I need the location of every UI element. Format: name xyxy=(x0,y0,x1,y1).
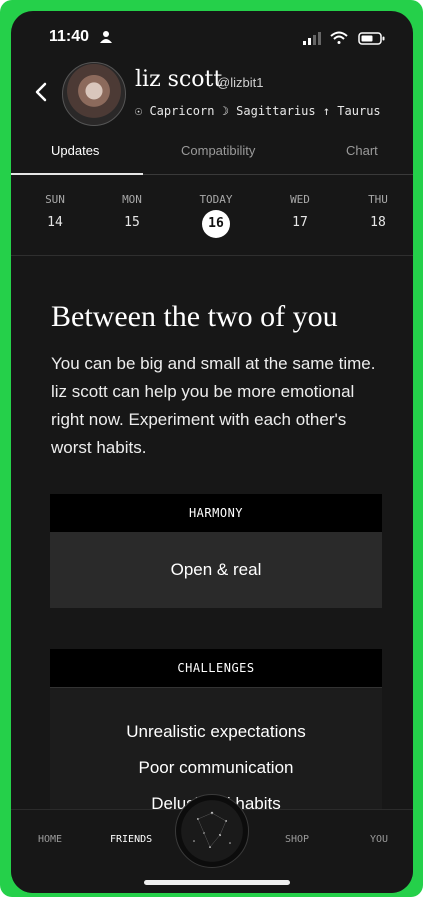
day-number: 15 xyxy=(124,215,140,230)
day-sun[interactable]: SUN 14 xyxy=(25,193,85,230)
day-thu[interactable]: THU 18 xyxy=(348,193,408,230)
harmony-value: Open & real xyxy=(50,532,382,608)
days-divider xyxy=(11,255,413,256)
tab-active-indicator xyxy=(11,173,143,175)
section-body: You can be big and small at the same tim… xyxy=(51,354,376,457)
day-name: SUN xyxy=(45,193,65,206)
profile-name: liz scott xyxy=(135,67,223,92)
avatar[interactable] xyxy=(62,62,126,126)
day-name: WED xyxy=(290,193,310,206)
status-time: 11:40 xyxy=(49,28,90,45)
device-frame: 11:40 liz scott @lizbit1 ☉ Capricorn ☽ S… xyxy=(0,0,423,897)
signal-icon xyxy=(303,32,321,45)
day-name: MON xyxy=(122,193,142,206)
day-number-selected: 16 xyxy=(202,210,230,238)
challenge-item: Unrealistic expectations xyxy=(126,722,306,741)
battery-icon xyxy=(358,32,385,45)
constellation-icon xyxy=(193,811,231,848)
app-screen: 11:40 liz scott @lizbit1 ☉ Capricorn ☽ S… xyxy=(11,11,413,893)
harmony-label: HARMONY xyxy=(50,494,382,532)
tab-updates[interactable]: Updates xyxy=(51,143,99,158)
day-name: THU xyxy=(368,193,388,206)
section-title: Between the two of you xyxy=(51,300,338,333)
zodiac-signs: ☉ Capricorn ☽ Sagittarius ↑ Taurus xyxy=(135,104,381,118)
day-wed[interactable]: WED 17 xyxy=(270,193,330,230)
wifi-icon xyxy=(330,31,348,44)
tab-chart[interactable]: Chart xyxy=(346,143,378,158)
nav-shop[interactable]: SHOP xyxy=(285,834,309,845)
tab-compatibility[interactable]: Compatibility xyxy=(181,143,255,158)
challenges-label: CHALLENGES xyxy=(50,649,382,688)
day-today[interactable]: TODAY 16 xyxy=(186,193,246,238)
day-number: 14 xyxy=(47,215,63,230)
day-mon[interactable]: MON 15 xyxy=(102,193,162,230)
home-indicator[interactable] xyxy=(144,880,290,885)
day-name: TODAY xyxy=(199,193,233,206)
harmony-card: HARMONY Open & real xyxy=(50,494,382,608)
back-button[interactable] xyxy=(31,79,51,105)
nav-you[interactable]: YOU xyxy=(370,834,388,845)
challenge-item: Poor communication xyxy=(138,758,294,777)
day-number: 18 xyxy=(370,215,386,230)
status-icons xyxy=(303,31,385,45)
nav-friends[interactable]: FRIENDS xyxy=(110,834,152,845)
nav-center-button[interactable] xyxy=(175,794,249,868)
person-icon xyxy=(100,31,112,43)
nav-home[interactable]: HOME xyxy=(38,834,62,845)
profile-handle: @lizbit1 xyxy=(217,75,264,90)
day-number: 17 xyxy=(292,215,308,230)
chevron-left-icon xyxy=(35,82,47,102)
